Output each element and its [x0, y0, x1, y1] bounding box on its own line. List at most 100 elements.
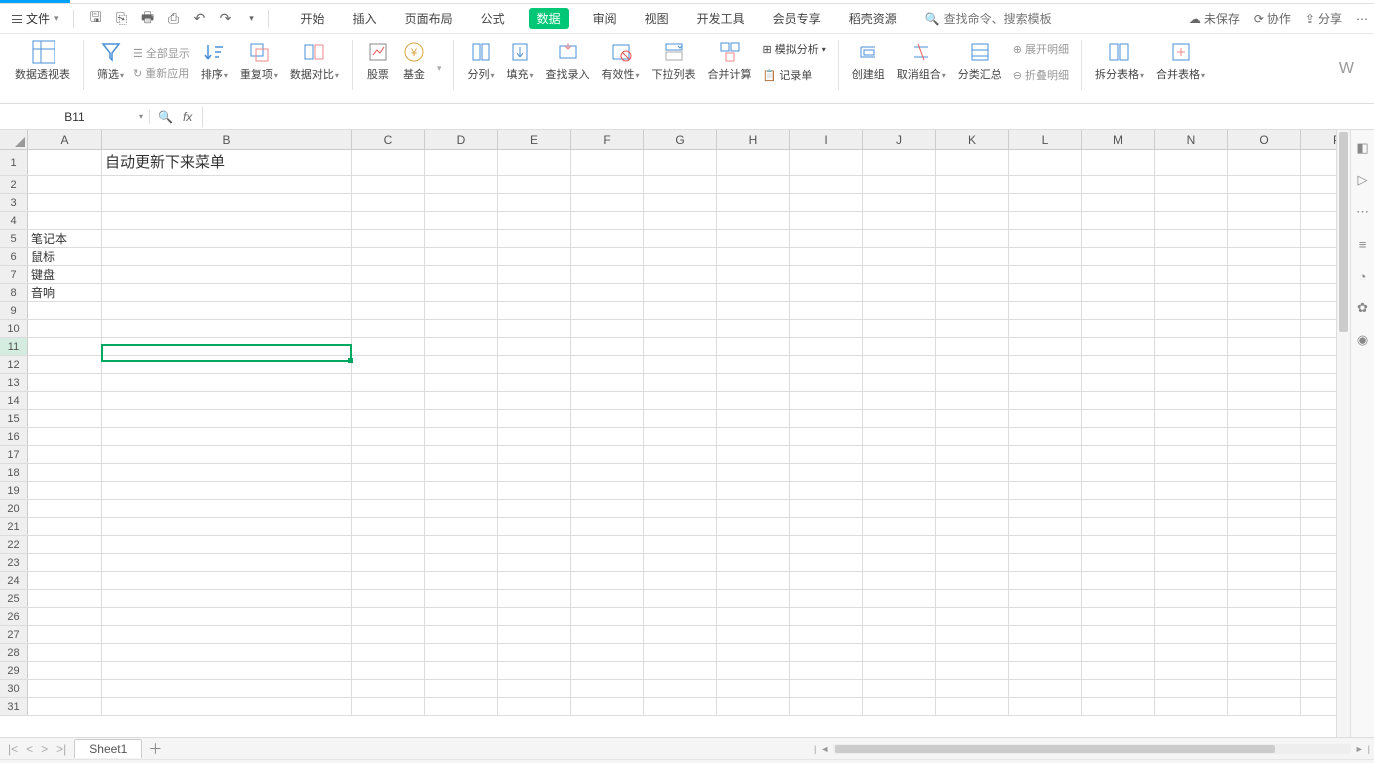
panel-icon-6[interactable]: ✿	[1355, 300, 1371, 316]
cell[interactable]	[28, 428, 102, 445]
name-box[interactable]: B11 ▾	[0, 110, 150, 124]
cell[interactable]	[790, 536, 863, 553]
cell[interactable]	[28, 302, 102, 319]
expand-detail-button[interactable]: ⊕展开明细	[1011, 40, 1071, 58]
cell[interactable]	[644, 644, 717, 661]
cell[interactable]	[863, 446, 936, 463]
cell[interactable]	[863, 320, 936, 337]
cell[interactable]	[1082, 374, 1155, 391]
cell[interactable]	[425, 590, 498, 607]
cell[interactable]	[1228, 500, 1301, 517]
cell[interactable]	[863, 536, 936, 553]
cell[interactable]	[102, 518, 352, 535]
cell[interactable]	[1301, 644, 1336, 661]
cell[interactable]: 鼠标	[28, 248, 102, 265]
cell[interactable]	[1301, 374, 1336, 391]
cell[interactable]	[1082, 176, 1155, 193]
cell[interactable]	[28, 194, 102, 211]
cell[interactable]	[425, 536, 498, 553]
cell[interactable]	[936, 356, 1009, 373]
print-preview-icon[interactable]: ⎙	[166, 11, 182, 27]
cell[interactable]	[644, 338, 717, 355]
cell[interactable]	[644, 680, 717, 697]
cell[interactable]	[352, 608, 425, 625]
cell[interactable]	[102, 644, 352, 661]
cell[interactable]	[498, 428, 571, 445]
cell[interactable]	[717, 590, 790, 607]
tab-review[interactable]: 审阅	[589, 8, 621, 29]
cell[interactable]	[571, 194, 644, 211]
cell[interactable]	[571, 680, 644, 697]
cell[interactable]	[936, 428, 1009, 445]
cell[interactable]	[1009, 150, 1082, 175]
cell[interactable]	[425, 176, 498, 193]
cell[interactable]	[1082, 446, 1155, 463]
cell[interactable]	[571, 320, 644, 337]
cell[interactable]	[425, 554, 498, 571]
cell[interactable]	[1228, 644, 1301, 661]
cell[interactable]	[1009, 536, 1082, 553]
cell[interactable]	[571, 266, 644, 283]
cell[interactable]	[1082, 536, 1155, 553]
cell[interactable]	[102, 284, 352, 301]
cell[interactable]	[425, 698, 498, 715]
cell[interactable]	[352, 590, 425, 607]
cell[interactable]	[1155, 680, 1228, 697]
panel-icon-7[interactable]: ◉	[1355, 332, 1371, 348]
cell[interactable]	[644, 464, 717, 481]
tab-member[interactable]: 会员专享	[769, 8, 825, 29]
cell[interactable]	[352, 356, 425, 373]
cell[interactable]	[352, 302, 425, 319]
stock-button[interactable]: 股票	[363, 40, 393, 82]
cell[interactable]	[1228, 374, 1301, 391]
row-header[interactable]: 4	[0, 212, 28, 229]
cell[interactable]	[1009, 608, 1082, 625]
share-button[interactable]: ⇪分享	[1305, 10, 1342, 27]
row-header[interactable]: 18	[0, 464, 28, 481]
cell[interactable]	[571, 230, 644, 247]
cell[interactable]	[1301, 428, 1336, 445]
cell[interactable]	[352, 554, 425, 571]
cell[interactable]	[1301, 356, 1336, 373]
duplicates-button[interactable]: 重复项	[237, 40, 281, 82]
cell[interactable]	[1301, 680, 1336, 697]
cell[interactable]	[936, 626, 1009, 643]
cell[interactable]	[1228, 518, 1301, 535]
cell[interactable]	[571, 212, 644, 229]
cell[interactable]	[644, 572, 717, 589]
cell[interactable]	[936, 284, 1009, 301]
cell[interactable]	[936, 320, 1009, 337]
cell[interactable]	[1082, 284, 1155, 301]
cell[interactable]	[352, 518, 425, 535]
cell[interactable]	[352, 662, 425, 679]
cell[interactable]	[1301, 410, 1336, 427]
row-header[interactable]: 10	[0, 320, 28, 337]
cell[interactable]	[1155, 248, 1228, 265]
cell[interactable]	[936, 248, 1009, 265]
cell[interactable]	[28, 518, 102, 535]
row-header[interactable]: 1	[0, 150, 28, 175]
row-header[interactable]: 24	[0, 572, 28, 589]
search-input[interactable]	[944, 12, 1064, 26]
column-header-E[interactable]: E	[498, 130, 571, 149]
cell[interactable]	[936, 608, 1009, 625]
cell[interactable]	[1009, 356, 1082, 373]
cell[interactable]	[1228, 662, 1301, 679]
cell[interactable]	[102, 428, 352, 445]
cell[interactable]	[425, 500, 498, 517]
cell[interactable]	[644, 374, 717, 391]
cell[interactable]	[1301, 626, 1336, 643]
cell[interactable]	[717, 392, 790, 409]
reapply-button[interactable]: ↻重新应用	[131, 64, 192, 82]
cell[interactable]	[1228, 230, 1301, 247]
cell[interactable]	[1301, 392, 1336, 409]
cell[interactable]	[498, 212, 571, 229]
cell[interactable]	[1228, 590, 1301, 607]
cell[interactable]	[1009, 320, 1082, 337]
cell[interactable]	[863, 176, 936, 193]
cell[interactable]	[717, 500, 790, 517]
cell[interactable]	[936, 518, 1009, 535]
row-header[interactable]: 6	[0, 248, 28, 265]
tab-docer[interactable]: 稻壳资源	[845, 8, 901, 29]
cell[interactable]	[28, 176, 102, 193]
